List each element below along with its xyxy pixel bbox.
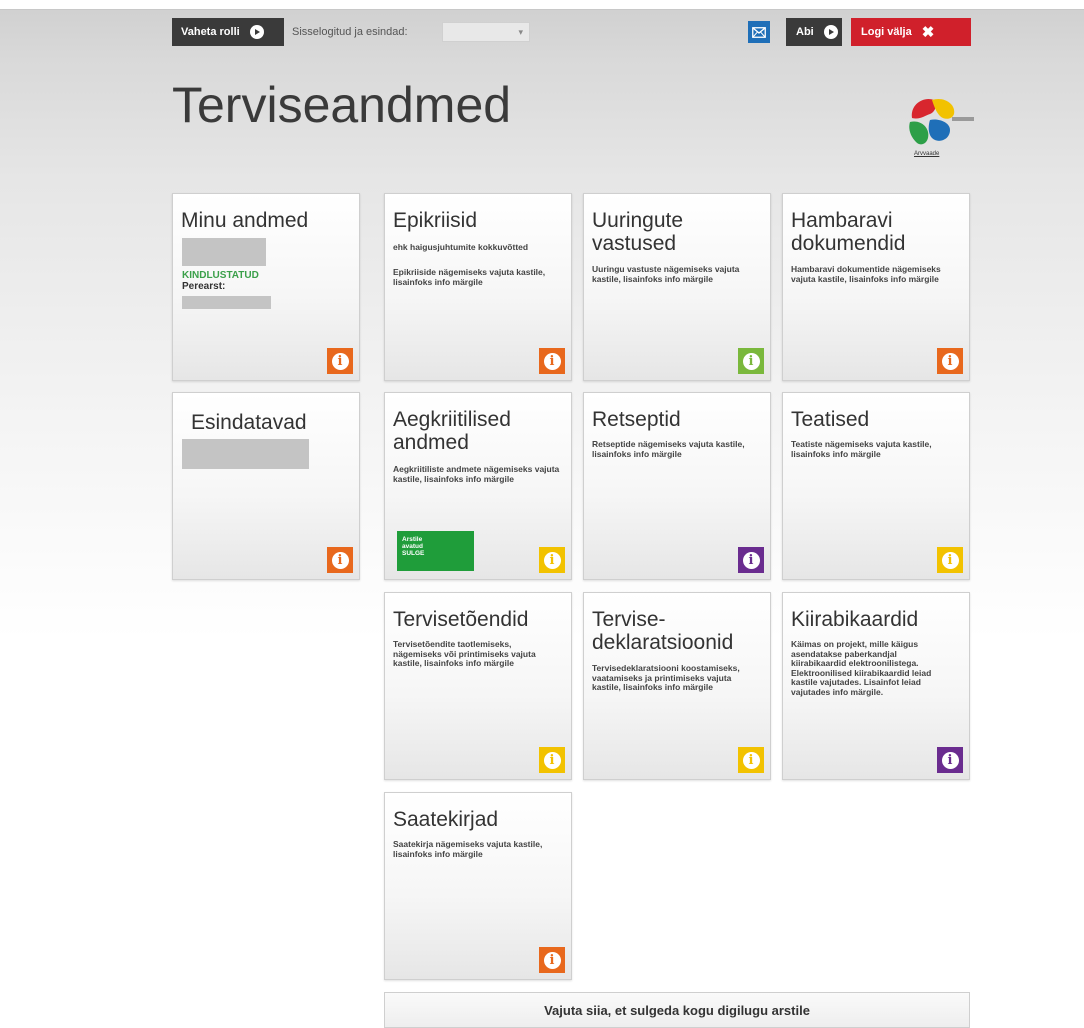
- change-role-label: Vaheta rolli: [181, 26, 240, 38]
- redacted-doctor: [182, 296, 271, 309]
- tile-kiirabikaardid[interactable]: Kiirabikaardid Käimas on projekt, mille …: [782, 592, 970, 780]
- info-button[interactable]: i: [937, 348, 963, 374]
- tile-title: Tervisetõendid: [393, 608, 529, 631]
- tile-description: Epikriiside nägemiseks vajuta kastile, l…: [393, 267, 546, 287]
- mail-button[interactable]: [748, 21, 770, 43]
- tile-tervisetoendid[interactable]: Tervisetõendid Tervisetõendite taotlemis…: [384, 592, 572, 780]
- info-button[interactable]: i: [539, 348, 565, 374]
- change-role-button[interactable]: Vaheta rolli: [172, 18, 284, 46]
- tile-esindatavad[interactable]: Esindatavad i: [172, 392, 360, 580]
- info-icon: i: [742, 751, 760, 769]
- tile-description: Teatiste nägemiseks vajuta kastile, lisa…: [791, 439, 932, 459]
- play-circle-icon: [249, 25, 264, 39]
- info-button[interactable]: i: [327, 348, 353, 374]
- tile-description: Tervisetõendite taotlemiseks, nägemiseks…: [393, 639, 536, 668]
- info-icon: i: [543, 751, 561, 769]
- top-bar: Vaheta rolli Sisselogitud ja esindad: ▾ …: [172, 18, 972, 46]
- tile-title: Saatekirjad: [393, 808, 499, 831]
- info-icon: i: [331, 551, 349, 569]
- tile-description: Saatekirja nägemiseks vajuta kastile, li…: [393, 839, 543, 859]
- info-button[interactable]: i: [539, 547, 565, 573]
- tile-title: Teatised: [791, 408, 870, 431]
- info-icon: i: [331, 352, 349, 370]
- tile-title: Hambaravi dokumendid: [791, 209, 906, 255]
- play-circle-icon: [823, 25, 838, 39]
- help-button[interactable]: Abi: [786, 18, 842, 46]
- tile-description: Tervisedeklaratsiooni koostamiseks, vaat…: [592, 663, 740, 692]
- open-to-doctor-close-button[interactable]: Arstile avatud SULGE: [397, 531, 474, 571]
- family-doctor-label: Perearst:: [182, 281, 226, 292]
- tile-description: Aegkriitiliste andmete nägemiseks vajuta…: [393, 464, 560, 484]
- info-icon: i: [742, 551, 760, 569]
- site-logo[interactable]: [900, 90, 980, 160]
- info-button[interactable]: i: [738, 348, 764, 374]
- tile-saatekirjad[interactable]: Saatekirjad Saatekirja nägemiseks vajuta…: [384, 792, 572, 980]
- tile-title: Uuringute vastused: [592, 209, 684, 255]
- redacted-represented: [182, 439, 309, 469]
- info-button[interactable]: i: [738, 747, 764, 773]
- logout-label: Logi välja: [861, 26, 912, 38]
- tile-tervisedeklaratsioonid[interactable]: Tervise-deklaratsioonid Tervisedeklarats…: [583, 592, 771, 780]
- info-icon: i: [543, 551, 561, 569]
- tile-subtitle: ehk haigusjuhtumite kokkuvõtted: [393, 242, 529, 252]
- page-title: Terviseandmed: [172, 77, 512, 133]
- badge-line: SULGE: [402, 550, 425, 557]
- logo-caption[interactable]: Arvvaade: [914, 151, 939, 157]
- tile-description: Retseptide nägemiseks vajuta kastile, li…: [592, 439, 745, 459]
- info-button[interactable]: i: [539, 947, 565, 973]
- tile-uuringute-vastused[interactable]: Uuringute vastused Uuringu vastuste näge…: [583, 193, 771, 381]
- redacted-name: [182, 238, 266, 266]
- logout-button[interactable]: Logi välja ✖: [851, 18, 971, 46]
- tile-retseptid[interactable]: Retseptid Retseptide nägemiseks vajuta k…: [583, 392, 771, 580]
- tile-title: Tervise-deklaratsioonid: [592, 608, 734, 654]
- info-button[interactable]: i: [937, 547, 963, 573]
- browser-top-edge: [0, 0, 1084, 10]
- tile-title: Epikriisid: [393, 209, 478, 232]
- tile-title: Esindatavad: [191, 411, 307, 434]
- badge-line: Arstile: [402, 536, 423, 543]
- tile-description: Uuringu vastuste nägemiseks vajuta kasti…: [592, 264, 740, 284]
- logged-in-label: Sisselogitud ja esindad:: [292, 26, 408, 38]
- tile-description: Hambaravi dokumentide nägemiseks vajuta …: [791, 264, 941, 284]
- info-icon: i: [941, 352, 959, 370]
- tile-minu-andmed[interactable]: Minu andmed KINDLUSTATUD Perearst: i: [172, 193, 360, 381]
- info-icon: i: [543, 951, 561, 969]
- tile-aegkriitilised-andmed[interactable]: Aegkriitilised andmed Aegkriitiliste and…: [384, 392, 572, 580]
- info-icon: i: [941, 551, 959, 569]
- chevron-down-icon: ▾: [518, 26, 523, 37]
- close-icon: ✖: [921, 23, 935, 41]
- insurance-status: KINDLUSTATUD: [182, 270, 259, 281]
- info-icon: i: [941, 751, 959, 769]
- tile-description: Käimas on projekt, mille käigus asendata…: [791, 639, 932, 697]
- info-icon: i: [543, 352, 561, 370]
- tile-title: Aegkriitilised andmed: [393, 408, 511, 454]
- tile-hambaravi-dokumendid[interactable]: Hambaravi dokumendid Hambaravi dokumenti…: [782, 193, 970, 381]
- info-button[interactable]: i: [539, 747, 565, 773]
- info-button[interactable]: i: [738, 547, 764, 573]
- tile-title: Kiirabikaardid: [791, 608, 919, 631]
- tile-epikriisid[interactable]: Epikriisid ehk haigusjuhtumite kokkuvõtt…: [384, 193, 572, 381]
- envelope-icon: [752, 26, 766, 38]
- tile-teatised[interactable]: Teatised Teatiste nägemiseks vajuta kast…: [782, 392, 970, 580]
- badge-line: avatud: [402, 543, 423, 550]
- info-icon: i: [742, 352, 760, 370]
- tile-title: Retseptid: [592, 408, 681, 431]
- close-all-records-button[interactable]: Vajuta siia, et sulgeda kogu digilugu ar…: [384, 992, 970, 1028]
- tile-title: Minu andmed: [181, 209, 309, 232]
- info-button[interactable]: i: [327, 547, 353, 573]
- info-button[interactable]: i: [937, 747, 963, 773]
- help-label: Abi: [796, 26, 814, 38]
- represented-person-select[interactable]: ▾: [442, 22, 530, 42]
